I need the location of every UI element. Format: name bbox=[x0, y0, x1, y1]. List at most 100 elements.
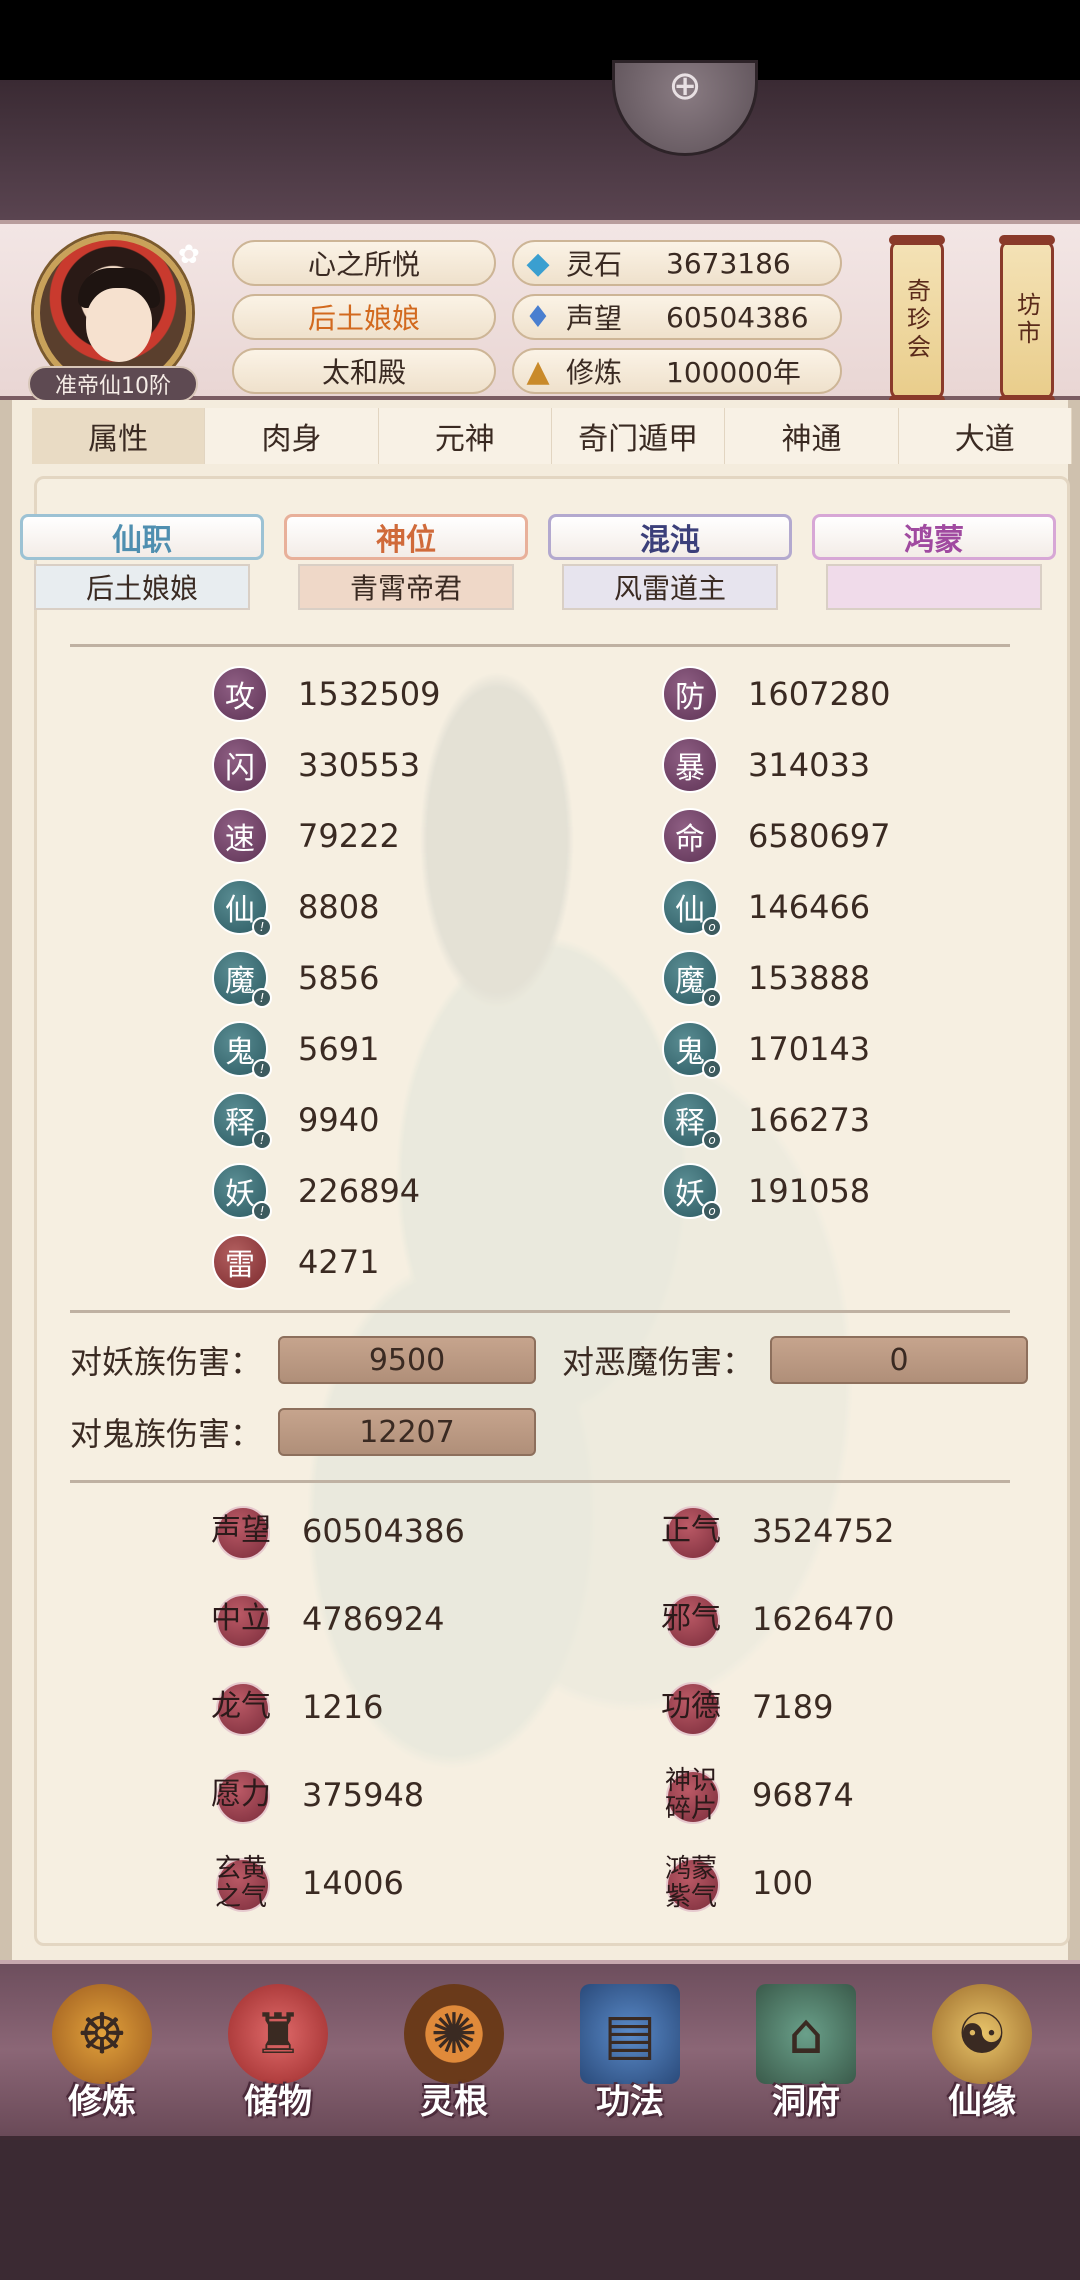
spirit-root-icon: ✺ bbox=[404, 1984, 504, 2084]
resource-label: 修炼 bbox=[566, 356, 623, 389]
stat-value: 5856 bbox=[298, 959, 380, 997]
stat-speed: 速 79222 bbox=[212, 806, 400, 866]
stat-yao-defense: 妖o 191058 bbox=[662, 1161, 870, 1221]
resource-label: 声望 bbox=[566, 302, 623, 335]
yao-icon: 妖! bbox=[212, 1163, 272, 1221]
dodge-icon: 闪 bbox=[212, 737, 268, 793]
top-decoration bbox=[0, 80, 1080, 220]
nav-label: 仙缘 bbox=[948, 2082, 1016, 2122]
tab-qimen[interactable]: 奇门遁甲 bbox=[551, 408, 726, 464]
dmg-label-ghost: 对鬼族伤害： bbox=[70, 1415, 263, 1453]
stat-value: 79222 bbox=[298, 817, 400, 855]
resource-cultivation: ▲ 修炼 100000年 bbox=[512, 348, 842, 394]
title-pill-1[interactable]: 心之所悦 bbox=[232, 240, 496, 286]
stat-demon-defense: 魔o 153888 bbox=[662, 948, 870, 1008]
stat-value: 5691 bbox=[298, 1030, 380, 1068]
dmg-label-yao: 对妖族伤害： bbox=[70, 1343, 263, 1381]
rank-tab-label: 鸿蒙 bbox=[812, 514, 1056, 560]
tab-powers[interactable]: 神通 bbox=[725, 408, 899, 464]
nav-label: 修炼 bbox=[68, 2082, 136, 2122]
rank-tab-chaos[interactable]: 混沌 风雷道主 bbox=[548, 514, 792, 614]
nav-label: 储物 bbox=[244, 2082, 312, 2122]
resource-dragon-qi-row: 龙气 1216 bbox=[210, 1672, 383, 1742]
stat-value: 6580697 bbox=[748, 817, 891, 855]
nav-manual[interactable]: ▤ 功法 bbox=[550, 1984, 710, 2134]
thunder-icon: 雷 bbox=[212, 1234, 268, 1290]
resource-value: 375948 bbox=[302, 1776, 425, 1814]
rare-treasure-button[interactable]: 奇珍会 bbox=[889, 235, 945, 405]
spirit-stone-icon: ◆ bbox=[526, 245, 550, 281]
demon-icon: 魔! bbox=[212, 950, 272, 1008]
xuanhuang-badge-icon: 玄黄之气 bbox=[210, 1852, 272, 1914]
dragon-qi-badge-icon: 龙气 bbox=[210, 1676, 272, 1738]
prestige-badge-icon: 声望 bbox=[210, 1500, 272, 1562]
rank-tab-value: 青霄帝君 bbox=[298, 564, 514, 610]
tab-body[interactable]: 肉身 bbox=[205, 408, 379, 464]
tab-dao[interactable]: 大道 bbox=[898, 408, 1072, 464]
stat-thunder: 雷 4271 bbox=[212, 1232, 379, 1292]
yao-icon: 妖o bbox=[662, 1163, 722, 1221]
butterfly-icon: ✿ bbox=[178, 240, 200, 270]
stat-value: 1607280 bbox=[748, 675, 891, 713]
market-button[interactable]: 坊市 bbox=[999, 235, 1055, 405]
resource-righteous-row: 正气 3524752 bbox=[660, 1496, 895, 1566]
nav-label: 洞府 bbox=[772, 2082, 840, 2122]
attack-badge-icon: ! bbox=[252, 917, 272, 937]
resource-soul-shard-row: 神识碎片 96874 bbox=[660, 1760, 854, 1830]
rank-tab-label: 神位 bbox=[284, 514, 528, 560]
stat-value: 191058 bbox=[748, 1172, 871, 1210]
purple-qi-badge-icon: 鸿蒙紫气 bbox=[660, 1852, 722, 1914]
resource-wish-power-row: 愿力 375948 bbox=[210, 1760, 424, 1830]
nav-cultivate[interactable]: ☸ 修炼 bbox=[22, 1984, 182, 2134]
avatar[interactable]: ✿ 准帝仙10阶 bbox=[28, 234, 200, 404]
avatar-face bbox=[86, 288, 152, 362]
nav-fortune[interactable]: ☯ 仙缘 bbox=[902, 1984, 1062, 2134]
stat-immortal-defense: 仙o 146466 bbox=[662, 877, 870, 937]
resource-value: 100000年 bbox=[666, 356, 801, 389]
stat-buddha-attack: 释! 9940 bbox=[212, 1090, 379, 1150]
buddha-icon: 释o bbox=[662, 1092, 722, 1150]
divider bbox=[70, 644, 1010, 647]
nav-storage[interactable]: ♜ 储物 bbox=[198, 1984, 358, 2134]
attack-icon: 攻 bbox=[212, 666, 268, 722]
defense-badge-icon: o bbox=[702, 1130, 722, 1150]
tab-bar: 属性 肉身 元神 奇门遁甲 神通 大道 bbox=[32, 408, 1072, 464]
defense-badge-icon: o bbox=[702, 988, 722, 1008]
cultivation-icon: ▲ bbox=[526, 353, 550, 389]
footer-bar bbox=[0, 2140, 1080, 2280]
stat-buddha-defense: 释o 166273 bbox=[662, 1090, 870, 1150]
stat-value: 4271 bbox=[298, 1243, 380, 1281]
resource-value: 96874 bbox=[752, 1776, 854, 1814]
stat-value: 9940 bbox=[298, 1101, 380, 1139]
immortal-icon: 仙! bbox=[212, 879, 272, 937]
crit-icon: 暴 bbox=[662, 737, 718, 793]
tab-spirit[interactable]: 元神 bbox=[378, 408, 552, 464]
rank-tab-value bbox=[826, 564, 1042, 610]
divider bbox=[70, 1480, 1010, 1483]
buddha-icon: 释! bbox=[212, 1092, 272, 1150]
merit-badge-icon: 功德 bbox=[660, 1676, 722, 1738]
rank-tab-label: 混沌 bbox=[548, 514, 792, 560]
tab-attributes[interactable]: 属性 bbox=[32, 408, 206, 464]
defense-badge-icon: o bbox=[702, 1201, 722, 1221]
nav-cave[interactable]: ⌂ 洞府 bbox=[726, 1984, 886, 2134]
stat-value: 153888 bbox=[748, 959, 871, 997]
title-pill-3[interactable]: 太和殿 bbox=[232, 348, 496, 394]
defense-icon: 防 bbox=[662, 666, 718, 722]
rank-tab-divine-seat[interactable]: 神位 青霄帝君 bbox=[284, 514, 528, 614]
resource-value: 7189 bbox=[752, 1688, 834, 1726]
rank-tab-immortal-post[interactable]: 仙职 后土娘娘 bbox=[20, 514, 264, 614]
resource-purple-qi-row: 鸿蒙紫气 100 bbox=[660, 1848, 813, 1918]
wish-power-badge-icon: 愿力 bbox=[210, 1764, 272, 1826]
resource-value: 100 bbox=[752, 1864, 814, 1902]
title-pill-2[interactable]: 后土娘娘 bbox=[232, 294, 496, 340]
resource-value: 3524752 bbox=[752, 1512, 895, 1550]
stat-hp: 命 6580697 bbox=[662, 806, 891, 866]
rank-tab-primordial[interactable]: 鸿蒙 bbox=[812, 514, 1056, 614]
resource-evil-row: 邪气 1626470 bbox=[660, 1584, 895, 1654]
stat-immortal-attack: 仙! 8808 bbox=[212, 877, 379, 937]
stat-value: 8808 bbox=[298, 888, 380, 926]
resource-neutral-row: 中立 4786924 bbox=[210, 1584, 445, 1654]
nav-spirit-root[interactable]: ✺ 灵根 bbox=[374, 1984, 534, 2134]
stat-value: 1532509 bbox=[298, 675, 441, 713]
